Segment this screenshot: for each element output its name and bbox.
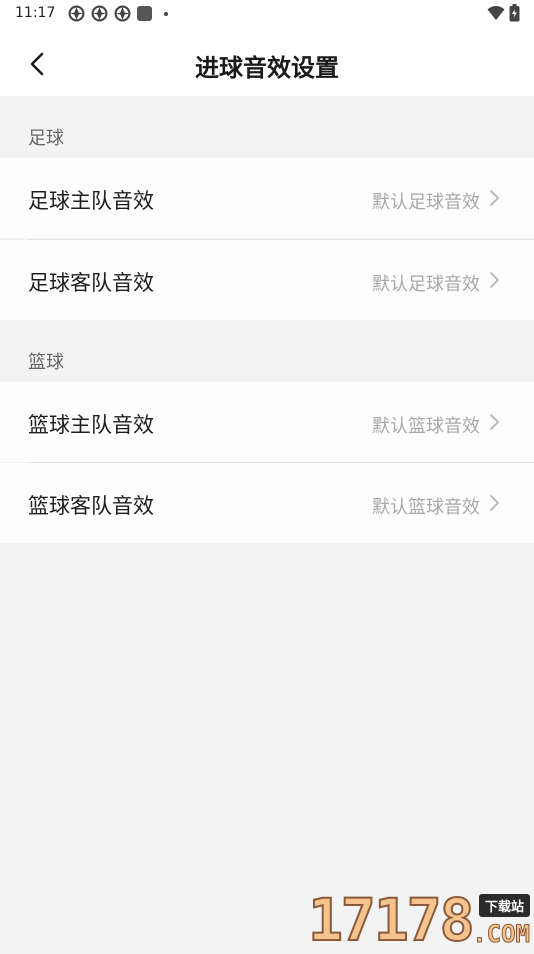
row-label: 篮球主队音效 [28,413,154,437]
square-icon [137,6,152,21]
list-item-basketball-home[interactable]: 篮球主队音效 默认篮球音效 [0,382,534,462]
watermark-badge: 下载站 [478,894,530,917]
app-notification-icon [114,5,131,22]
section-header-football: 足球 [0,96,534,158]
row-label: 篮球客队音效 [28,494,154,518]
row-value: 默认篮球音效 [372,497,480,518]
section-header-basketball: 篮球 [0,320,534,382]
chevron-right-icon [490,190,499,206]
status-system-icons [487,4,520,22]
section-label: 足球 [28,128,64,149]
section-label: 篮球 [28,352,64,373]
list-item-football-away[interactable]: 足球客队音效 默认足球音效 [0,240,534,320]
row-label: 足球主队音效 [28,189,154,213]
status-notification-icons [68,5,168,22]
list-item-basketball-away[interactable]: 篮球客队音效 默认篮球音效 [0,463,534,543]
chevron-right-icon [490,414,499,430]
row-value: 默认足球音效 [372,274,480,295]
row-value: 默认篮球音效 [372,416,480,437]
chevron-right-icon [490,495,499,511]
row-value: 默认足球音效 [372,192,480,213]
wifi-icon [487,5,505,20]
app-notification-icon [91,5,108,22]
nav-header: 进球音效设置 [0,28,534,96]
chevron-right-icon [490,272,499,288]
row-label: 足球客队音效 [28,271,154,295]
watermark-logo: 17178 下载站 .COM [307,885,534,954]
watermark-suffix: .COM [472,920,531,949]
list-item-football-home[interactable]: 足球主队音效 默认足球音效 [0,158,534,238]
dot-icon [164,11,168,16]
status-bar: 11:17 [0,0,534,28]
app-notification-icon [68,5,85,22]
page-title: 进球音效设置 [195,54,339,82]
status-time: 11:17 [15,5,56,21]
battery-icon [509,4,520,22]
watermark-number: 17178 [307,885,476,954]
